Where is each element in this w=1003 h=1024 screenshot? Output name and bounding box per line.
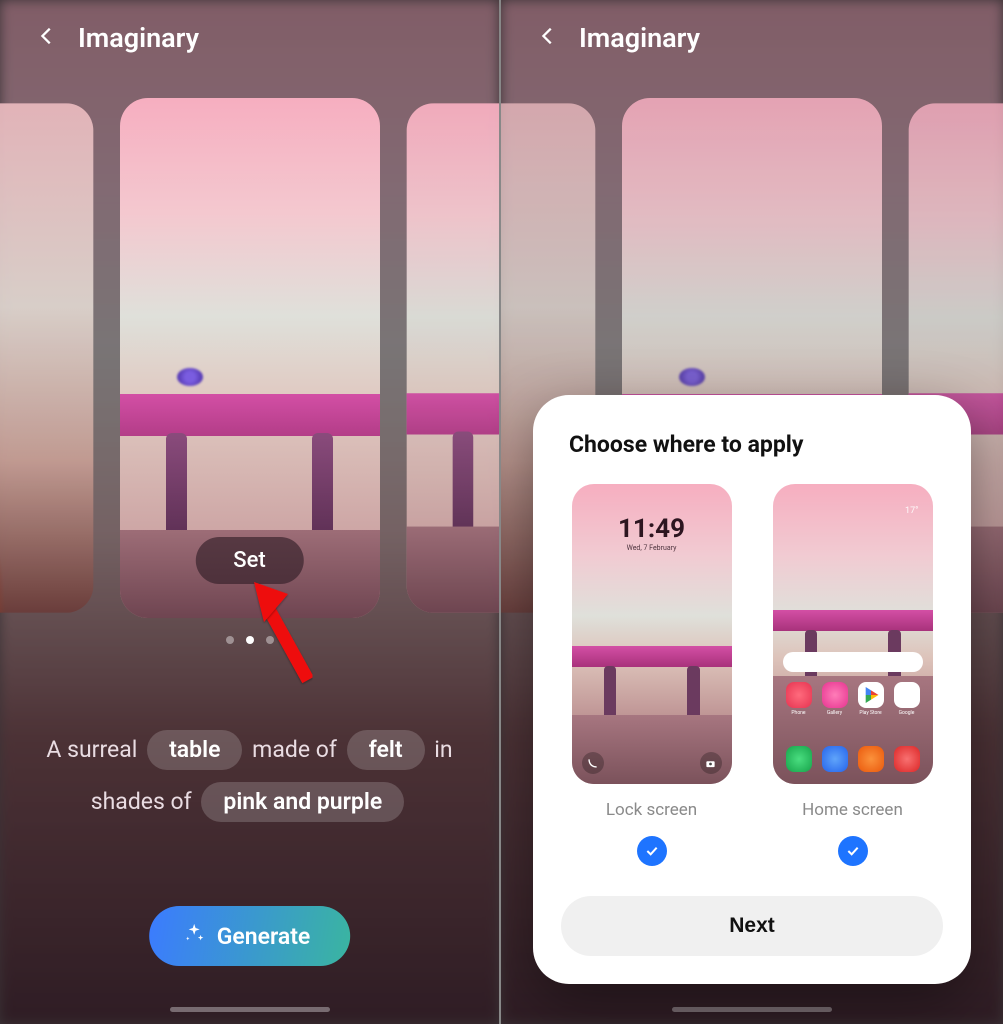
option-lock-screen[interactable]: 11:49 Wed, 7 February Lock screen [561, 484, 742, 866]
next-button[interactable]: Next [561, 896, 943, 956]
prompt-chip-material[interactable]: felt [347, 730, 425, 770]
camera-shortcut-icon [700, 752, 722, 774]
home-screen-preview: 17° Phone Gallery Play Store Google [773, 484, 933, 784]
home-indicator[interactable] [170, 1007, 330, 1012]
app-icon [894, 746, 920, 772]
home-indicator[interactable] [672, 1007, 832, 1012]
app-icon: Google [894, 682, 920, 708]
app-icon [822, 746, 848, 772]
dot[interactable] [226, 636, 234, 644]
sparkle-icon [183, 922, 205, 950]
app-icon: Gallery [822, 682, 848, 708]
dot[interactable] [266, 636, 274, 644]
option-home-screen[interactable]: 17° Phone Gallery Play Store Google [762, 484, 943, 866]
prompt-chip-color[interactable]: pink and purple [201, 782, 404, 822]
app-row: Phone Gallery Play Store Google [773, 682, 933, 708]
header: Imaginary [36, 22, 199, 54]
modal-title: Choose where to apply [569, 431, 943, 458]
lock-screen-preview: 11:49 Wed, 7 February [572, 484, 732, 784]
wallpaper-card-next[interactable] [406, 103, 501, 613]
app-icon [786, 746, 812, 772]
app-icon: Phone [786, 682, 812, 708]
phone-shortcut-icon [582, 752, 604, 774]
set-button[interactable]: Set [195, 537, 303, 584]
prompt-chip-subject[interactable]: table [147, 730, 242, 770]
screenshot-right: Imaginary Choose where to apply [501, 0, 1003, 1024]
back-icon[interactable] [537, 25, 559, 51]
header: Imaginary [537, 22, 700, 54]
dot-active[interactable] [246, 636, 254, 644]
apply-modal: Choose where to apply 11:49 Wed, 7 Febru… [533, 395, 971, 984]
option-label: Home screen [802, 800, 903, 820]
screenshot-left: Imaginary Set [0, 0, 501, 1024]
app-icon [858, 746, 884, 772]
wallpaper-card-active[interactable]: Set [120, 98, 380, 618]
app-icon: Play Store [858, 682, 884, 708]
option-label: Lock screen [606, 800, 697, 820]
generate-button[interactable]: Generate [149, 906, 351, 966]
lock-time: 11:49 [572, 514, 732, 544]
prompt-text: A surreal table made of felt in shades o… [24, 724, 475, 828]
page-title: Imaginary [78, 22, 199, 54]
back-icon[interactable] [36, 25, 58, 51]
carousel-dots [0, 636, 499, 644]
search-bar [783, 652, 923, 672]
weather-widget: 17° [905, 506, 918, 517]
generate-label: Generate [217, 923, 311, 950]
wallpaper-carousel[interactable]: Set [0, 88, 499, 628]
lock-date: Wed, 7 February [572, 544, 732, 552]
app-dock [773, 746, 933, 772]
checkmark-icon[interactable] [637, 836, 667, 866]
wallpaper-card-prev[interactable] [0, 103, 93, 613]
checkmark-icon[interactable] [838, 836, 868, 866]
page-title: Imaginary [579, 22, 700, 54]
